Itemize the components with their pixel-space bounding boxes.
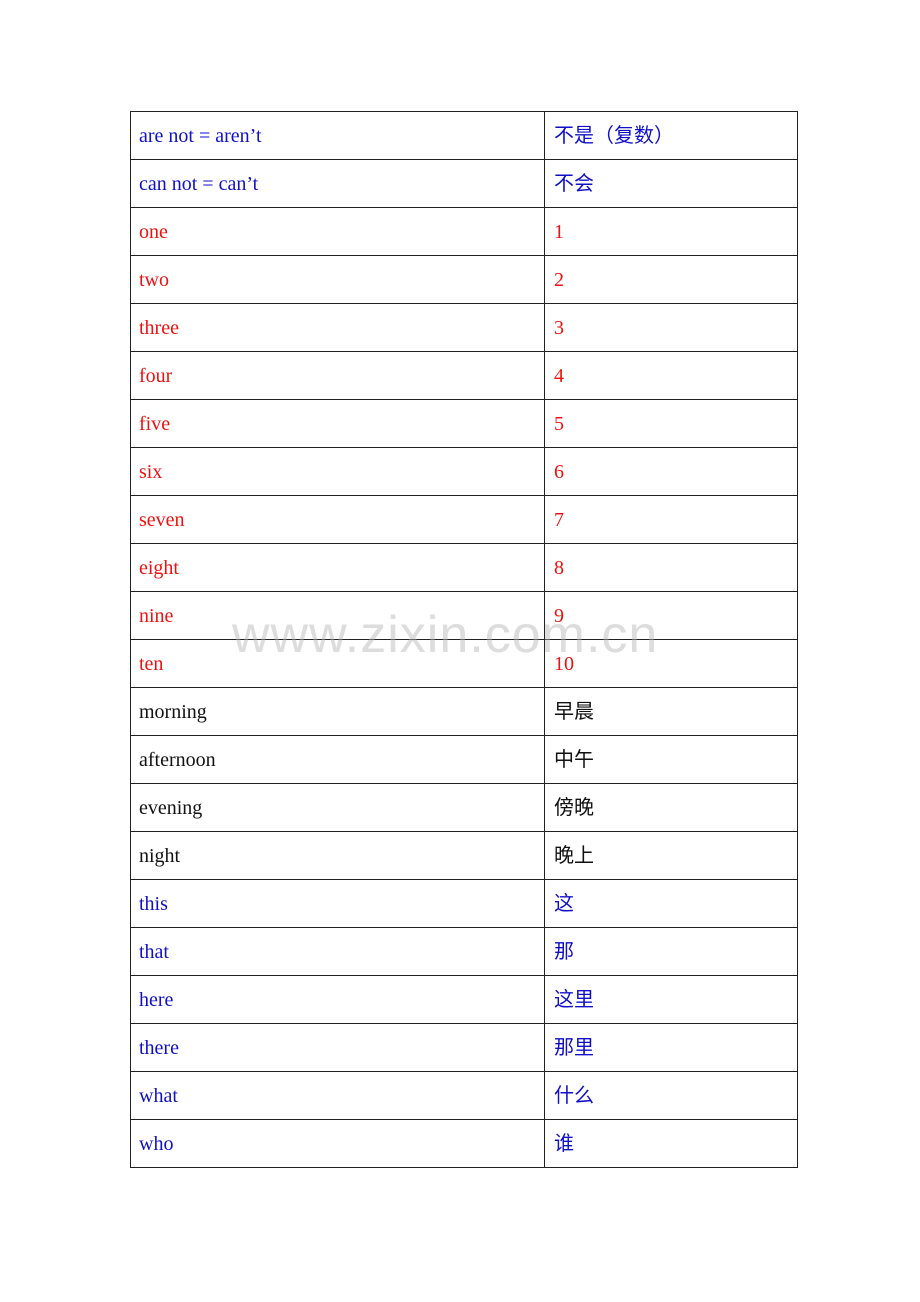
chinese-meaning: 那	[544, 927, 798, 976]
chinese-meaning: 9	[544, 591, 798, 640]
vocabulary-table: are not = aren’t 不是（复数） can not = can’t 不会 o…	[130, 111, 798, 1168]
english-term: four	[130, 351, 545, 400]
vocab-row: one 1	[130, 207, 798, 256]
english-term: two	[130, 255, 545, 304]
chinese-meaning: 这里	[544, 975, 798, 1024]
chinese-meaning: 什么	[544, 1071, 798, 1120]
chinese-meaning: 谁	[544, 1119, 798, 1168]
english-term: what	[130, 1071, 545, 1120]
vocab-row: this 这	[130, 879, 798, 928]
english-term: five	[130, 399, 545, 448]
english-term: six	[130, 447, 545, 496]
vocab-row: ten 10	[130, 639, 798, 688]
vocab-row: morning 早晨	[130, 687, 798, 736]
vocab-row: afternoon 中午	[130, 735, 798, 784]
vocab-row: are not = aren’t 不是（复数）	[130, 111, 798, 160]
english-term: that	[130, 927, 545, 976]
english-term: morning	[130, 687, 545, 736]
chinese-meaning: 6	[544, 447, 798, 496]
vocab-row: three 3	[130, 303, 798, 352]
vocab-row: seven 7	[130, 495, 798, 544]
english-term: who	[130, 1119, 545, 1168]
vocab-row: eight 8	[130, 543, 798, 592]
english-term: here	[130, 975, 545, 1024]
chinese-meaning: 4	[544, 351, 798, 400]
vocab-row: that 那	[130, 927, 798, 976]
vocab-row: night 晚上	[130, 831, 798, 880]
chinese-meaning: 晚上	[544, 831, 798, 880]
english-term: ten	[130, 639, 545, 688]
english-term: evening	[130, 783, 545, 832]
chinese-meaning: 早晨	[544, 687, 798, 736]
chinese-meaning: 3	[544, 303, 798, 352]
english-term: night	[130, 831, 545, 880]
vocab-row: four 4	[130, 351, 798, 400]
vocab-row: there 那里	[130, 1023, 798, 1072]
english-term: can not = can’t	[130, 159, 545, 208]
chinese-meaning: 中午	[544, 735, 798, 784]
chinese-meaning: 2	[544, 255, 798, 304]
chinese-meaning: 不是（复数）	[544, 111, 798, 160]
vocab-row: two 2	[130, 255, 798, 304]
vocab-row: six 6	[130, 447, 798, 496]
english-term: this	[130, 879, 545, 928]
vocab-row: who 谁	[130, 1119, 798, 1168]
chinese-meaning: 10	[544, 639, 798, 688]
chinese-meaning: 8	[544, 543, 798, 592]
english-term: are not = aren’t	[130, 111, 545, 160]
english-term: seven	[130, 495, 545, 544]
english-term: nine	[130, 591, 545, 640]
english-term: three	[130, 303, 545, 352]
vocab-row: can not = can’t 不会	[130, 159, 798, 208]
chinese-meaning: 那里	[544, 1023, 798, 1072]
english-term: there	[130, 1023, 545, 1072]
vocab-row: what 什么	[130, 1071, 798, 1120]
chinese-meaning: 7	[544, 495, 798, 544]
chinese-meaning: 5	[544, 399, 798, 448]
english-term: afternoon	[130, 735, 545, 784]
chinese-meaning: 这	[544, 879, 798, 928]
chinese-meaning: 不会	[544, 159, 798, 208]
vocab-row: evening 傍晚	[130, 783, 798, 832]
vocabulary-table-body: are not = aren’t 不是（复数） can not = can’t 不会 o…	[130, 111, 798, 1168]
chinese-meaning: 1	[544, 207, 798, 256]
vocab-row: here 这里	[130, 975, 798, 1024]
vocab-row: five 5	[130, 399, 798, 448]
chinese-meaning: 傍晚	[544, 783, 798, 832]
vocab-row: nine 9	[130, 591, 798, 640]
english-term: eight	[130, 543, 545, 592]
english-term: one	[130, 207, 545, 256]
